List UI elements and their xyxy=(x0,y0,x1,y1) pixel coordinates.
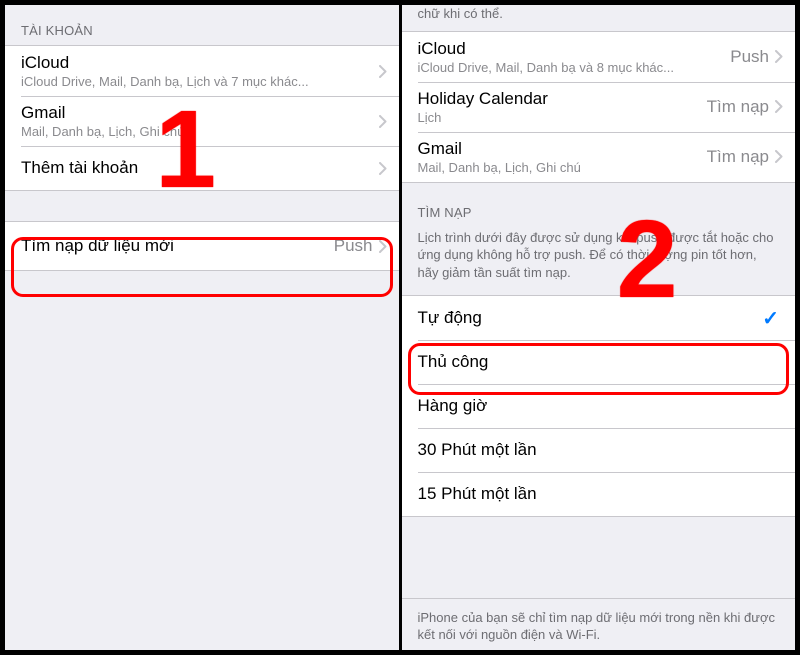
chevron-right-icon xyxy=(379,162,387,175)
schedule-label: Tự động xyxy=(418,308,763,328)
schedule-label: Thủ công xyxy=(418,352,784,372)
accounts-group: iCloud iCloud Drive, Mail, Danh bạ, Lịch… xyxy=(5,45,399,191)
schedule-option-hourly[interactable]: Hàng giờ xyxy=(402,384,796,428)
account-title: iCloud xyxy=(418,39,731,59)
account-sub: Mail, Danh bạ, Lịch, Ghi chú xyxy=(21,124,379,139)
account-row-gmail[interactable]: Gmail Mail, Danh bạ, Lịch, Ghi chú Tìm n… xyxy=(402,132,796,182)
check-icon: ✓ xyxy=(762,306,779,331)
chevron-right-icon xyxy=(775,150,783,163)
chevron-right-icon xyxy=(379,65,387,78)
schedule-label: Hàng giờ xyxy=(418,396,784,416)
chevron-right-icon xyxy=(775,100,783,113)
fetch-description: Lịch trình dưới đây được sử dụng khi pus… xyxy=(402,227,796,296)
account-row-icloud[interactable]: iCloud iCloud Drive, Mail, Danh bạ, Lịch… xyxy=(5,46,399,96)
account-mode: Push xyxy=(730,47,769,67)
account-sub: Lịch xyxy=(418,110,707,125)
section-header-fetch: TÌM NẠP xyxy=(402,183,796,227)
schedule-label: 15 Phút một lần xyxy=(418,484,784,504)
schedule-option-15min[interactable]: 15 Phút một lần xyxy=(402,472,796,516)
chevron-right-icon xyxy=(379,115,387,128)
schedule-label: 30 Phút một lần xyxy=(418,440,784,460)
schedule-option-manual[interactable]: Thủ công xyxy=(402,340,796,384)
account-mode: Tìm nạp xyxy=(707,97,769,117)
add-account-row[interactable]: Thêm tài khoản xyxy=(5,146,399,190)
fetch-row-title: Tìm nạp dữ liệu mới xyxy=(21,236,334,256)
account-mode: Tìm nạp xyxy=(707,147,769,167)
account-row-holiday-calendar[interactable]: Holiday Calendar Lịch Tìm nạp xyxy=(402,82,796,132)
account-sub: Mail, Danh bạ, Lịch, Ghi chú xyxy=(418,160,707,175)
fetch-new-data-row[interactable]: Tìm nạp dữ liệu mới Push xyxy=(5,222,399,270)
account-sub: iCloud Drive, Mail, Danh bạ và 8 mục khá… xyxy=(418,60,731,75)
fetch-group: Tìm nạp dữ liệu mới Push xyxy=(5,221,399,271)
schedule-accounts-group: iCloud iCloud Drive, Mail, Danh bạ và 8 … xyxy=(402,31,796,183)
account-title: Gmail xyxy=(21,103,379,123)
account-title: Gmail xyxy=(418,139,707,159)
screen-fetch-settings: chữ khi có thể. iCloud iCloud Drive, Mai… xyxy=(402,5,796,650)
schedule-options-group: Tự động ✓ Thủ công Hàng giờ 30 Phút một … xyxy=(402,295,796,517)
fetch-row-value: Push xyxy=(334,236,373,256)
schedule-option-30min[interactable]: 30 Phút một lần xyxy=(402,428,796,472)
schedule-option-auto[interactable]: Tự động ✓ xyxy=(402,296,796,340)
fetch-footer-note: iPhone của bạn sẽ chỉ tìm nạp dữ liệu mớ… xyxy=(402,598,796,650)
account-title: Holiday Calendar xyxy=(418,89,707,109)
account-row-gmail[interactable]: Gmail Mail, Danh bạ, Lịch, Ghi chú xyxy=(5,96,399,146)
screen-accounts: TÀI KHOẢN iCloud iCloud Drive, Mail, Dan… xyxy=(5,5,402,650)
section-header-accounts: TÀI KHOẢN xyxy=(5,5,399,45)
chevron-right-icon xyxy=(775,50,783,63)
add-account-label: Thêm tài khoản xyxy=(21,158,379,178)
account-sub: iCloud Drive, Mail, Danh bạ, Lịch và 7 m… xyxy=(21,74,379,89)
account-title: iCloud xyxy=(21,53,379,73)
account-row-icloud[interactable]: iCloud iCloud Drive, Mail, Danh bạ và 8 … xyxy=(402,32,796,82)
chevron-right-icon xyxy=(379,240,387,253)
truncated-header-text: chữ khi có thể. xyxy=(402,5,796,31)
